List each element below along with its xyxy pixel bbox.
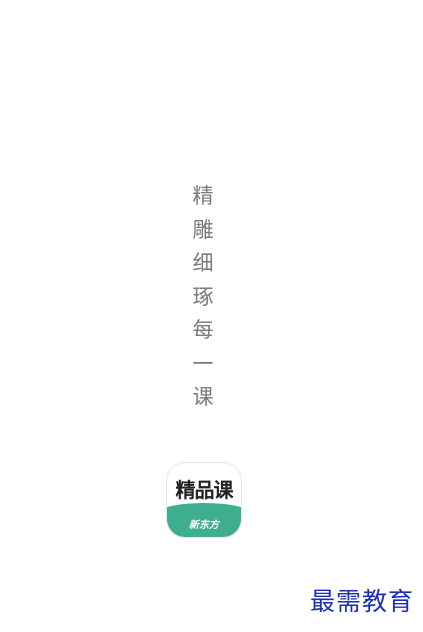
slogan-char: 琢 xyxy=(192,284,214,309)
slogan-vertical: 精 雕 细 琢 每 一 课 xyxy=(183,186,223,421)
app-logo-icon: 精品课 新东方 xyxy=(167,463,241,537)
app-logo-band: 新东方 xyxy=(167,503,241,537)
slogan-char: 每 xyxy=(192,318,214,342)
slogan-char: 雕 xyxy=(192,217,214,242)
slogan-char: 精 xyxy=(192,184,214,208)
slogan-char: 一 xyxy=(192,351,214,376)
splash-screen: 精 雕 细 琢 每 一 课 精品课 新东方 最需教育 xyxy=(0,0,423,632)
watermark-text: 最需教育 xyxy=(309,587,414,616)
slogan-char: 细 xyxy=(192,251,214,275)
slogan-char: 课 xyxy=(192,385,214,409)
app-logo-subtitle: 新东方 xyxy=(189,519,219,531)
app-logo-title: 精品课 xyxy=(175,477,234,502)
